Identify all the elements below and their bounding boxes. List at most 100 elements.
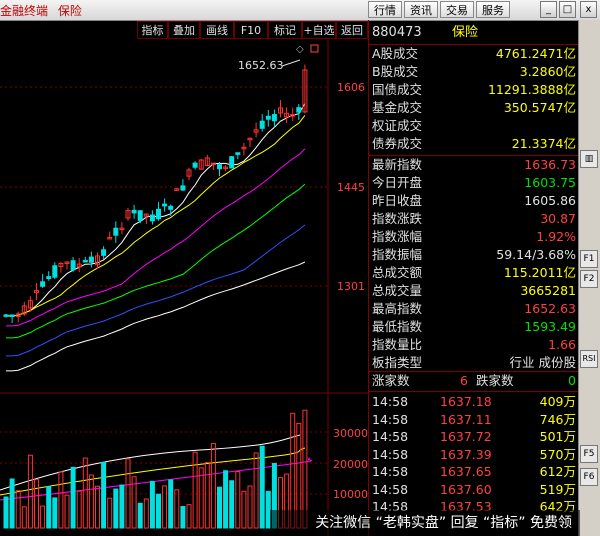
f2-icon[interactable]: F2 (580, 270, 598, 288)
turnover-label: B股成交 (372, 64, 419, 79)
tick-time: 14:58 (372, 429, 409, 444)
stat-value: 1636.73 (524, 157, 576, 172)
stat-row: 最高指数 1652.63 (372, 300, 576, 318)
candle-body (271, 114, 277, 122)
panel-header: 880473 保险 (372, 24, 576, 42)
stat-label: 指数涨跌 (372, 211, 423, 226)
candle-body (88, 256, 94, 263)
tick-volume: 612万 (539, 464, 576, 479)
volume-bar (82, 457, 88, 529)
breadth-divider (368, 391, 578, 392)
tool-draw[interactable]: 画线 (200, 21, 234, 39)
volume-bar (180, 505, 186, 529)
tool-add-watchlist[interactable]: +自选 (302, 21, 336, 39)
chart-icon[interactable]: ▥ (580, 150, 598, 168)
candle-body (149, 214, 155, 222)
section-name: 保险 (57, 4, 82, 18)
menu-news[interactable]: 资讯 (404, 1, 438, 18)
stat-row: 指数涨跌 30.87 (372, 210, 576, 228)
stat-row: 指数振幅 59.14/3.68% (372, 246, 576, 264)
kline-chart[interactable]: 1606 1445 1301 1652.63 ◇ 30000 20000 100… (0, 40, 368, 536)
stat-label: 昨日收盘 (372, 193, 423, 208)
candle-body (180, 185, 186, 191)
stat-row: 总成交额 115.2011亿 (372, 264, 576, 282)
tool-back[interactable]: 返回 (336, 21, 368, 39)
volume-bar (149, 480, 155, 529)
turnover-row: 基金成交 350.5747亿 (372, 99, 576, 117)
menu-market[interactable]: 行情 (368, 1, 402, 18)
volume-bar (217, 486, 222, 529)
volume-bar (192, 451, 198, 529)
tool-overlay[interactable]: 叠加 (168, 21, 200, 39)
stat-label: 最低指数 (372, 319, 423, 334)
app-name: 金融终端 (0, 4, 49, 18)
stat-value: 59.14/3.68% (496, 247, 576, 262)
stat-value: 行业 成份股 (509, 355, 576, 370)
stat-row: 总成交量 3665281 (372, 282, 576, 300)
turnover-row: 国债成交 11291.3888亿 (372, 81, 576, 99)
volume-bar (70, 466, 76, 529)
tick-row: 14:58 1637.60 519万 (372, 481, 576, 499)
tick-time: 14:58 (372, 411, 409, 427)
volume-bar (40, 505, 46, 529)
close-button[interactable]: x (580, 1, 597, 18)
f6-icon[interactable]: F6 (580, 468, 598, 486)
turnover-label: A股成交 (372, 46, 419, 61)
candle-body (168, 205, 174, 210)
menu-service[interactable]: 服务 (476, 1, 510, 18)
turnover-label: 权证成交 (372, 118, 423, 133)
tick-volume: 519万 (539, 481, 576, 497)
volume-bar (15, 490, 21, 529)
stat-label: 最新指数 (372, 157, 423, 172)
f1-icon[interactable]: F1 (580, 250, 598, 268)
up-count-label: 涨家数 (372, 373, 410, 388)
volume-bar (119, 484, 125, 529)
stat-value: 1652.63 (524, 301, 576, 316)
stat-value: 1605.86 (524, 193, 576, 208)
tick-price: 1637.65 (440, 464, 492, 479)
stat-label: 指数涨幅 (372, 229, 423, 244)
stat-label: 板指类型 (372, 355, 423, 370)
stat-row: 最低指数 1593.49 (372, 318, 576, 336)
candle-body (82, 259, 88, 263)
turnover-label: 债券成交 (372, 136, 423, 151)
candle-body (3, 314, 9, 317)
turnover-value: 4761.2471亿 (495, 46, 576, 61)
volume-bar (34, 479, 39, 529)
price-tick-1606: 1606 (337, 81, 365, 94)
menu-trade[interactable]: 交易 (440, 1, 474, 18)
tick-price: 1637.39 (440, 446, 492, 462)
turnover-row: 债券成交 21.3374亿 (372, 135, 576, 153)
tick-row: 14:58 1637.18 409万 (372, 393, 576, 411)
tool-mark[interactable]: 标记 (268, 21, 302, 39)
volume-bar (235, 471, 241, 529)
candle-body (70, 260, 76, 271)
breadth-row: 涨家数 6 跌家数 0 (372, 372, 576, 390)
turnover-row: A股成交 4761.2471亿 (372, 45, 576, 63)
turnover-value: 350.5747亿 (503, 100, 576, 115)
expand-icon[interactable] (310, 44, 319, 53)
turnover-value: 11291.3888亿 (487, 82, 576, 97)
candle-body (52, 265, 58, 278)
rsi-icon[interactable]: RSI (580, 350, 598, 368)
tool-f10[interactable]: F10 (234, 21, 268, 39)
stat-value: 1.92% (536, 229, 576, 244)
candle-body (113, 227, 119, 236)
stat-value: 1.66 (548, 337, 576, 352)
candle-body (217, 164, 222, 170)
tick-price: 1637.11 (440, 411, 492, 427)
restore-button[interactable]: □ (559, 1, 576, 18)
moving-average-lines (6, 103, 306, 372)
volume-bar (27, 454, 33, 529)
app-title: 金融终端 保险 (0, 2, 82, 19)
tick-price: 1637.18 (440, 394, 492, 409)
stat-label: 指数振幅 (372, 247, 423, 262)
stat-row: 昨日收盘 1605.86 (372, 192, 576, 210)
stat-row: 指数量比 1.66 (372, 336, 576, 354)
volume-bar (210, 442, 216, 529)
tool-indicator[interactable]: 指标 (137, 21, 168, 39)
minimize-button[interactable]: _ (540, 1, 557, 18)
f5-icon[interactable]: F5 (580, 445, 598, 463)
high-annotation-arrow (281, 59, 301, 67)
stat-row: 最新指数 1636.73 (372, 156, 576, 174)
